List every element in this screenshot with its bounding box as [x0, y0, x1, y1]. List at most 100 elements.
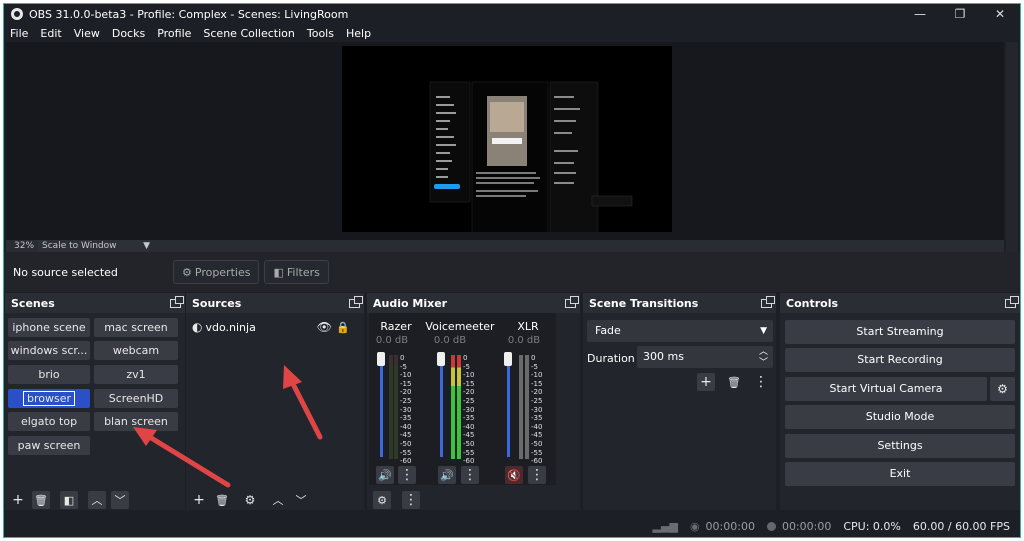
minimize-button[interactable]: —	[900, 4, 940, 24]
scene-elgato-top[interactable]: elgato top	[8, 412, 90, 431]
transition-select[interactable]: Fade ▼	[587, 320, 773, 342]
db-tick: -35	[400, 414, 412, 423]
scene-filters-button[interactable]: ◧	[60, 491, 78, 509]
scene-paw-screen[interactable]: paw screen	[8, 436, 90, 455]
undock-icon[interactable]	[1005, 295, 1019, 308]
remove-source-button[interactable]: 🗑	[213, 491, 231, 509]
volume-slider-handle[interactable]	[504, 352, 512, 366]
studio-mode-button[interactable]: Studio Mode	[785, 405, 1015, 429]
move-scene-down-button[interactable]: ﹀	[111, 491, 129, 509]
menu-help[interactable]: Help	[340, 27, 377, 40]
transition-properties-button[interactable]: ⋮	[752, 373, 770, 391]
menu-edit[interactable]: Edit	[34, 27, 67, 40]
move-scene-up-button[interactable]: ︿	[88, 491, 106, 509]
move-source-up-button[interactable]: ︿	[269, 491, 287, 509]
start-virtual-camera-button[interactable]: Start Virtual Camera	[785, 377, 987, 401]
scale-mode-value: Scale to Window	[42, 241, 117, 251]
volume-slider-xlr[interactable]	[507, 359, 510, 457]
source-name: vdo.ninja	[205, 320, 256, 334]
window-title: OBS 31.0.0-beta3 - Profile: Complex - Sc…	[29, 7, 349, 21]
scene-mac-screen[interactable]: mac screen	[94, 318, 178, 337]
undock-icon[interactable]	[761, 295, 775, 308]
db-tick: -25	[531, 396, 543, 405]
menu-tools[interactable]: Tools	[301, 27, 340, 40]
scene-label: ScreenHD	[108, 392, 164, 405]
audio-mixer-dock: Audio Mixer Razer 0.0 dB 0 -5 -10 -15 -20 -25…	[367, 293, 580, 510]
stream-time: 00:00:00	[705, 519, 755, 533]
lock-icon[interactable]: 🔒	[336, 321, 350, 334]
start-recording-button[interactable]: Start Recording	[785, 348, 1015, 372]
controls-header: Controls	[780, 293, 1020, 313]
virtual-camera-settings-button[interactable]: ⚙	[990, 377, 1015, 401]
channel-menu-button[interactable]: ⋮	[461, 466, 479, 484]
scene-iphone-scene[interactable]: iphone scene	[8, 318, 90, 337]
source-status: No source selected	[13, 265, 118, 279]
scale-mode-dropdown[interactable]: Scale to Window ▼	[38, 240, 151, 252]
scene-webcam[interactable]: webcam	[94, 341, 178, 360]
volume-slider-razer[interactable]	[380, 359, 383, 457]
trash-icon: 🗑	[34, 493, 48, 507]
maximize-button[interactable]: ❐	[940, 4, 980, 24]
chevron-down-icon[interactable]: ﹀	[759, 352, 768, 374]
gear-icon: ⚙	[997, 382, 1008, 396]
mute-button-xlr[interactable]: 🔇	[505, 466, 523, 484]
source-properties-button[interactable]: ⚙	[241, 491, 259, 509]
gear-icon: ⚙	[244, 493, 256, 507]
volume-slider-voicemeeter[interactable]	[440, 359, 443, 457]
menu-scene-collection[interactable]: Scene Collection	[197, 27, 300, 40]
close-button[interactable]: ✕	[980, 4, 1020, 24]
scene-windows-screen[interactable]: windows scr...	[8, 341, 90, 360]
scene-brio[interactable]: brio	[8, 365, 90, 384]
preview-thumbnail-image	[429, 81, 633, 232]
mixer-menu-button[interactable]: ⋮	[402, 491, 420, 509]
add-transition-button[interactable]: +	[697, 373, 715, 391]
undock-icon[interactable]	[170, 295, 184, 308]
audio-meter	[389, 355, 393, 459]
menu-file[interactable]: File	[4, 27, 34, 40]
duration-value: 300 ms	[643, 350, 684, 363]
more-vertical-icon: ⋮	[463, 467, 477, 483]
start-streaming-button[interactable]: Start Streaming	[785, 320, 1015, 344]
volume-slider-handle[interactable]	[377, 352, 385, 366]
trash-icon: 🗑	[727, 375, 741, 389]
preview-area[interactable]	[6, 42, 1004, 240]
remove-scene-button[interactable]: 🗑	[32, 491, 50, 509]
advanced-audio-properties-button[interactable]: ⚙	[373, 491, 391, 509]
undock-icon[interactable]	[565, 295, 579, 308]
menu-docks[interactable]: Docks	[106, 27, 151, 40]
filters-label: Filters	[286, 265, 320, 279]
scene-label: brio	[38, 368, 60, 381]
duration-spinbox[interactable]: 300 ms ︿ ﹀	[637, 346, 773, 368]
move-source-down-button[interactable]: ﹀	[292, 491, 310, 509]
db-tick: -40	[400, 422, 412, 431]
menu-profile[interactable]: Profile	[151, 27, 197, 40]
scene-transitions-title: Scene Transitions	[589, 296, 699, 310]
properties-button[interactable]: ⚙ Properties	[173, 260, 260, 284]
scene-zv1[interactable]: zv1	[94, 365, 178, 384]
db-tick: -55	[531, 448, 543, 457]
scene-blan-screen[interactable]: blan screen	[94, 412, 178, 431]
add-source-button[interactable]: +	[190, 491, 208, 509]
audio-meter	[394, 355, 398, 459]
scene-browser[interactable]: browser	[8, 389, 90, 408]
preview-vertical-scrollbar[interactable]	[1006, 42, 1018, 252]
channel-menu-button[interactable]: ⋮	[528, 466, 546, 484]
db-tick: -30	[531, 405, 543, 414]
mute-button-voicemeeter[interactable]: 🔊	[438, 466, 456, 484]
source-item[interactable]: ◐ vdo.ninja 👁 🔒	[192, 318, 358, 336]
filters-button[interactable]: ◧ Filters	[264, 260, 329, 284]
exit-button[interactable]: Exit	[785, 462, 1015, 486]
preview-canvas[interactable]	[342, 46, 672, 232]
scene-screenhd[interactable]: ScreenHD	[94, 389, 178, 408]
settings-button[interactable]: Settings	[785, 434, 1015, 458]
remove-transition-button[interactable]: 🗑	[725, 373, 743, 391]
db-tick: 0	[531, 354, 536, 362]
obs-logo-icon	[11, 8, 23, 20]
menu-view[interactable]: View	[68, 27, 106, 40]
eye-icon[interactable]: 👁	[317, 320, 332, 334]
channel-menu-button[interactable]: ⋮	[398, 466, 416, 484]
undock-icon[interactable]	[349, 295, 363, 308]
volume-slider-handle[interactable]	[437, 352, 445, 366]
add-scene-button[interactable]: +	[9, 491, 27, 509]
mute-button-razer[interactable]: 🔊	[376, 466, 394, 484]
